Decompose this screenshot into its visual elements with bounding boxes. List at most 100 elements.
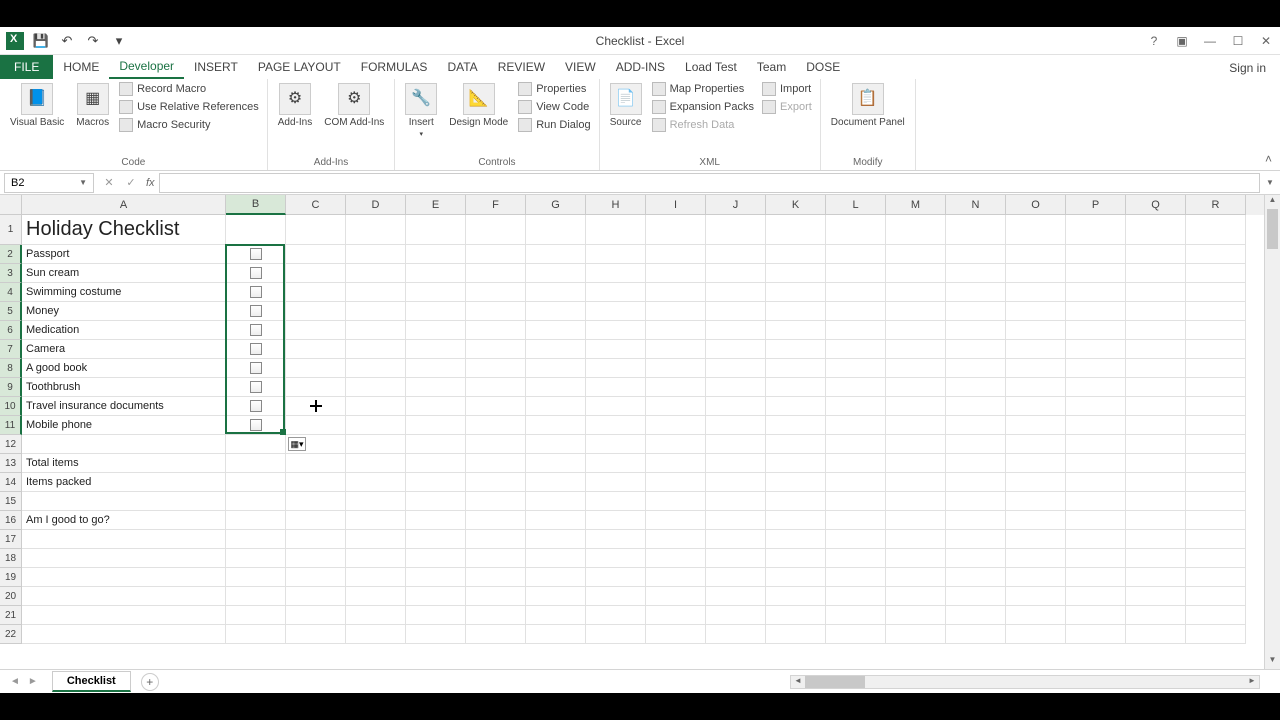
row-header-2[interactable]: 2 xyxy=(0,245,22,264)
cell-M8[interactable] xyxy=(886,359,946,378)
cell-P2[interactable] xyxy=(1066,245,1126,264)
cell-Q20[interactable] xyxy=(1126,587,1186,606)
cell-G20[interactable] xyxy=(526,587,586,606)
cell-I8[interactable] xyxy=(646,359,706,378)
cell-P1[interactable] xyxy=(1066,215,1126,245)
cell-K5[interactable] xyxy=(766,302,826,321)
cell-R20[interactable] xyxy=(1186,587,1246,606)
cell-G12[interactable] xyxy=(526,435,586,454)
col-header-B[interactable]: B xyxy=(226,195,286,215)
cell-H10[interactable] xyxy=(586,397,646,416)
cell-F20[interactable] xyxy=(466,587,526,606)
cell-H14[interactable] xyxy=(586,473,646,492)
col-header-G[interactable]: G xyxy=(526,195,586,215)
cell-M22[interactable] xyxy=(886,625,946,644)
cell-K18[interactable] xyxy=(766,549,826,568)
cell-K15[interactable] xyxy=(766,492,826,511)
cell-C22[interactable] xyxy=(286,625,346,644)
cell-J22[interactable] xyxy=(706,625,766,644)
cell-G14[interactable] xyxy=(526,473,586,492)
qat-customize-icon[interactable]: ▾ xyxy=(110,32,128,50)
cell-I19[interactable] xyxy=(646,568,706,587)
cell-G19[interactable] xyxy=(526,568,586,587)
properties-button[interactable]: Properties xyxy=(516,81,592,97)
cell-I1[interactable] xyxy=(646,215,706,245)
cell-A19[interactable] xyxy=(22,568,226,587)
cell-Q16[interactable] xyxy=(1126,511,1186,530)
cell-D22[interactable] xyxy=(346,625,406,644)
cell-L21[interactable] xyxy=(826,606,886,625)
cell-A10[interactable]: Travel insurance documents xyxy=(22,397,226,416)
cell-E9[interactable] xyxy=(406,378,466,397)
cell-R19[interactable] xyxy=(1186,568,1246,587)
row-header-10[interactable]: 10 xyxy=(0,397,22,416)
cell-J4[interactable] xyxy=(706,283,766,302)
cell-M9[interactable] xyxy=(886,378,946,397)
add-sheet-button[interactable]: + xyxy=(141,673,159,691)
cell-H13[interactable] xyxy=(586,454,646,473)
cell-K20[interactable] xyxy=(766,587,826,606)
col-header-O[interactable]: O xyxy=(1006,195,1066,215)
source-button[interactable]: 📄Source xyxy=(606,81,646,131)
row-header-12[interactable]: 12 xyxy=(0,435,22,454)
cell-O6[interactable] xyxy=(1006,321,1066,340)
tab-data[interactable]: DATA xyxy=(437,55,487,79)
cell-A3[interactable]: Sun cream xyxy=(22,264,226,283)
cell-K2[interactable] xyxy=(766,245,826,264)
cell-P5[interactable] xyxy=(1066,302,1126,321)
cell-F14[interactable] xyxy=(466,473,526,492)
cell-J20[interactable] xyxy=(706,587,766,606)
cell-I21[interactable] xyxy=(646,606,706,625)
col-header-A[interactable]: A xyxy=(22,195,226,215)
cell-I6[interactable] xyxy=(646,321,706,340)
cell-N3[interactable] xyxy=(946,264,1006,283)
select-all-corner[interactable] xyxy=(0,195,22,215)
cell-D8[interactable] xyxy=(346,359,406,378)
cell-I22[interactable] xyxy=(646,625,706,644)
cell-J11[interactable] xyxy=(706,416,766,435)
cell-K21[interactable] xyxy=(766,606,826,625)
cell-L2[interactable] xyxy=(826,245,886,264)
row-header-5[interactable]: 5 xyxy=(0,302,22,321)
cell-E7[interactable] xyxy=(406,340,466,359)
cell-K12[interactable] xyxy=(766,435,826,454)
cell-L10[interactable] xyxy=(826,397,886,416)
cell-M5[interactable] xyxy=(886,302,946,321)
cell-F7[interactable] xyxy=(466,340,526,359)
cell-F21[interactable] xyxy=(466,606,526,625)
cell-I3[interactable] xyxy=(646,264,706,283)
cell-Q14[interactable] xyxy=(1126,473,1186,492)
cell-O9[interactable] xyxy=(1006,378,1066,397)
cell-H8[interactable] xyxy=(586,359,646,378)
col-header-J[interactable]: J xyxy=(706,195,766,215)
macro-security-button[interactable]: Macro Security xyxy=(117,117,261,133)
fx-icon[interactable]: fx xyxy=(142,177,159,189)
cell-R21[interactable] xyxy=(1186,606,1246,625)
cell-F13[interactable] xyxy=(466,454,526,473)
insert-control-button[interactable]: 🔧Insert▾ xyxy=(401,81,441,141)
col-header-N[interactable]: N xyxy=(946,195,1006,215)
undo-icon[interactable]: ↶ xyxy=(58,32,76,50)
cell-C10[interactable] xyxy=(286,397,346,416)
cell-M19[interactable] xyxy=(886,568,946,587)
cell-C6[interactable] xyxy=(286,321,346,340)
cell-R14[interactable] xyxy=(1186,473,1246,492)
cell-P9[interactable] xyxy=(1066,378,1126,397)
cell-I2[interactable] xyxy=(646,245,706,264)
cell-Q21[interactable] xyxy=(1126,606,1186,625)
cell-E4[interactable] xyxy=(406,283,466,302)
cell-B22[interactable] xyxy=(226,625,286,644)
cell-D2[interactable] xyxy=(346,245,406,264)
cell-R16[interactable] xyxy=(1186,511,1246,530)
cell-K6[interactable] xyxy=(766,321,826,340)
cell-N12[interactable] xyxy=(946,435,1006,454)
cell-P20[interactable] xyxy=(1066,587,1126,606)
cell-H3[interactable] xyxy=(586,264,646,283)
cell-D5[interactable] xyxy=(346,302,406,321)
cell-H6[interactable] xyxy=(586,321,646,340)
cell-I20[interactable] xyxy=(646,587,706,606)
cell-N19[interactable] xyxy=(946,568,1006,587)
cell-M3[interactable] xyxy=(886,264,946,283)
cell-M2[interactable] xyxy=(886,245,946,264)
cell-J21[interactable] xyxy=(706,606,766,625)
